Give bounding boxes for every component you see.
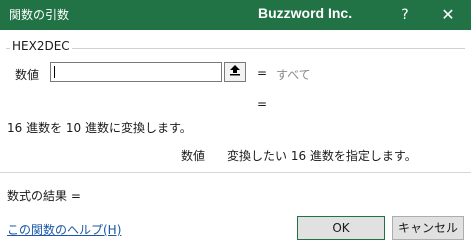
function-description: 16 進数を 10 進数に変換します。 bbox=[7, 121, 192, 135]
function-result-equals: = bbox=[257, 97, 268, 111]
argument-help-name: 数値 bbox=[181, 149, 206, 163]
argument-equals: = bbox=[257, 66, 268, 80]
brand-label: Buzzword Inc. bbox=[258, 5, 353, 21]
argument-evaluated-value: すべて bbox=[276, 68, 311, 82]
close-icon[interactable]: ✕ bbox=[433, 0, 463, 30]
collapse-dialog-icon[interactable] bbox=[224, 62, 246, 82]
function-help-link[interactable]: この関数のヘルプ(H) bbox=[7, 221, 121, 238]
dialog-title: 関数の引数 bbox=[9, 8, 70, 22]
help-icon[interactable]: ? bbox=[390, 0, 420, 30]
cancel-button[interactable]: キャンセル bbox=[392, 216, 464, 240]
argument-label: 数値 bbox=[15, 68, 40, 82]
ok-button[interactable]: OK bbox=[297, 216, 385, 240]
number-argument-input[interactable] bbox=[50, 62, 222, 82]
collapse-arrow-icon bbox=[230, 65, 240, 76]
title-bar[interactable]: 関数の引数 Buzzword Inc. ? ✕ bbox=[0, 0, 471, 30]
divider bbox=[0, 172, 471, 173]
text-caret bbox=[54, 66, 55, 78]
argument-help-text: 変換したい 16 進数を指定します。 bbox=[227, 149, 417, 163]
function-arguments-dialog: 関数の引数 Buzzword Inc. ? ✕ HEX2DEC 数値 = すべて… bbox=[0, 0, 471, 250]
function-name: HEX2DEC bbox=[10, 39, 72, 53]
formula-result: 数式の結果 = bbox=[7, 189, 81, 203]
